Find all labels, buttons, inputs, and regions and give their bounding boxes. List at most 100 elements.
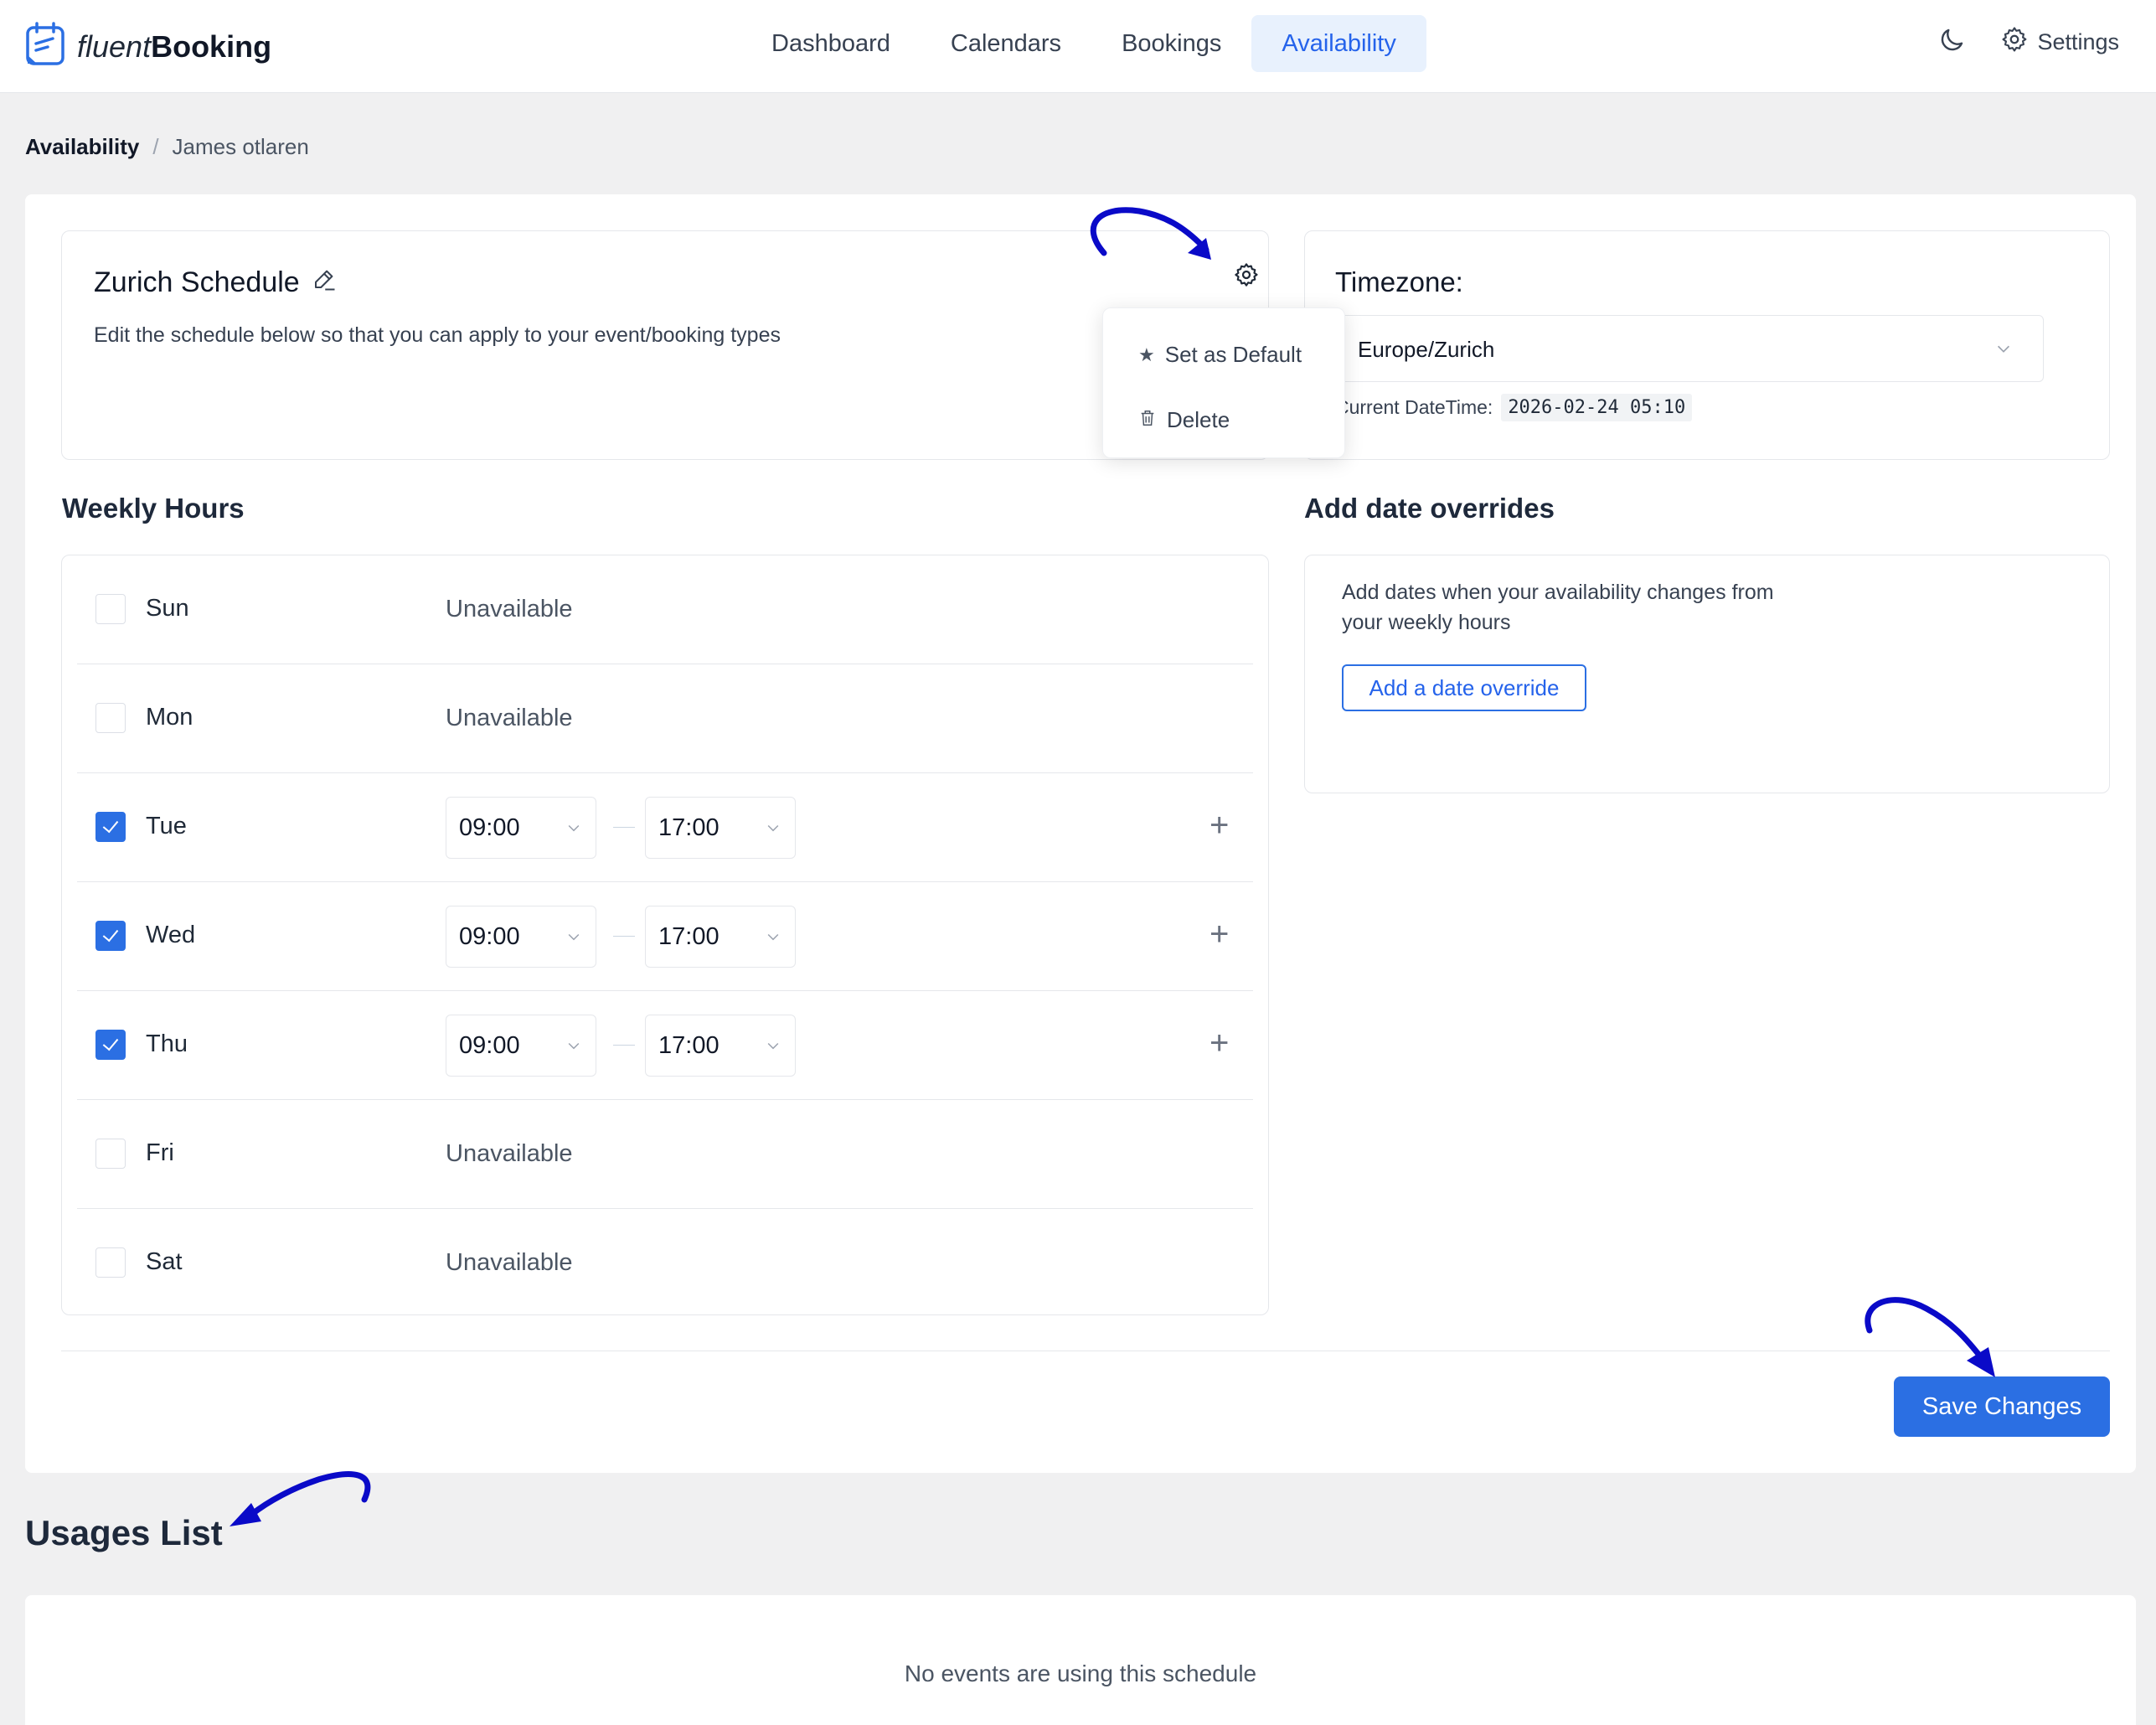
start-time-select-tue[interactable]: 09:00: [446, 797, 596, 859]
end-time-select-tue[interactable]: 17:00: [645, 797, 796, 859]
weekly-hours-box: Sun Unavailable Mon Unavailable Tue 09:0…: [61, 555, 1269, 1315]
end-time-select-thu[interactable]: 17:00: [645, 1015, 796, 1077]
chevron-down-icon: [765, 928, 781, 949]
breadcrumb-root[interactable]: Availability: [25, 134, 139, 160]
annotation-arrow-icon: [1865, 1297, 1995, 1377]
logo-light-text: fluent: [77, 28, 152, 64]
calendar-logo-icon: [25, 22, 67, 71]
day-status-sat: Unavailable: [446, 1249, 573, 1276]
day-status-mon: Unavailable: [446, 705, 573, 731]
day-status-fri: Unavailable: [446, 1140, 573, 1167]
nav-calendars[interactable]: Calendars: [921, 15, 1091, 72]
day-name-mon: Mon: [146, 704, 193, 731]
logo-wordmark: fluentBooking: [77, 29, 271, 65]
day-checkbox-sun[interactable]: [95, 594, 126, 624]
day-checkbox-wed[interactable]: [95, 921, 126, 951]
day-checkbox-sat[interactable]: [95, 1247, 126, 1278]
day-row-tue: Tue 09:00 17:00 +: [77, 773, 1253, 882]
chevron-down-icon: [765, 1037, 781, 1058]
schedule-description: Edit the schedule below so that you can …: [94, 323, 781, 347]
usages-list-card: No events are using this schedule: [25, 1595, 2136, 1725]
timezone-value: Europe/Zurich: [1358, 337, 1495, 362]
trash-icon: [1138, 408, 1157, 433]
add-slot-plus-icon[interactable]: +: [1210, 1025, 1229, 1062]
start-time-value: 09:00: [459, 923, 520, 950]
day-checkbox-fri[interactable]: [95, 1139, 126, 1169]
top-right-actions: Settings: [1937, 25, 2119, 59]
start-time-select-thu[interactable]: 09:00: [446, 1015, 596, 1077]
chevron-down-icon: [565, 1037, 582, 1058]
start-time-select-wed[interactable]: 09:00: [446, 906, 596, 968]
day-checkbox-thu[interactable]: [95, 1030, 126, 1060]
schedule-title: Zurich Schedule: [94, 266, 300, 298]
current-datetime-row: Current DateTime: 2026-02-24 05:10: [1335, 394, 1693, 421]
menu-item-delete-label: Delete: [1167, 407, 1230, 432]
day-row-sat: Sat Unavailable: [77, 1209, 1253, 1318]
top-bar: fluentBooking Dashboard Calendars Bookin…: [0, 0, 2156, 93]
current-datetime-value: 2026-02-24 05:10: [1501, 394, 1693, 421]
day-row-mon: Mon Unavailable: [77, 664, 1253, 773]
nav-bookings[interactable]: Bookings: [1091, 15, 1251, 72]
save-changes-button[interactable]: Save Changes: [1894, 1376, 2110, 1437]
settings-link[interactable]: Settings: [2000, 25, 2119, 59]
menu-item-set-default[interactable]: ★ Set as Default: [1138, 342, 1302, 368]
timezone-box: Timezone: Europe/Zurich Current DateTime…: [1304, 230, 2110, 460]
day-row-sun: Sun Unavailable: [77, 555, 1253, 664]
day-name-sat: Sat: [146, 1248, 183, 1275]
schedule-options-menu: ★ Set as Default Delete: [1102, 307, 1345, 458]
date-overrides-description: Add dates when your availability changes…: [1342, 581, 1774, 634]
time-range-dash: [613, 936, 635, 937]
add-slot-plus-icon[interactable]: +: [1210, 807, 1229, 844]
day-name-fri: Fri: [146, 1139, 174, 1166]
day-name-sun: Sun: [146, 595, 189, 622]
breadcrumb-separator: /: [152, 134, 159, 159]
star-icon: ★: [1138, 343, 1155, 365]
nav-dashboard[interactable]: Dashboard: [741, 15, 921, 72]
moon-icon[interactable]: [1937, 25, 1967, 59]
date-overrides-box: Add dates when your availability changes…: [1304, 555, 2110, 793]
chevron-down-icon: [1994, 339, 2013, 362]
gear-icon: [2000, 25, 2029, 59]
start-time-value: 09:00: [459, 814, 520, 841]
main-nav: Dashboard Calendars Bookings Availabilit…: [741, 15, 1426, 72]
end-time-value: 17:00: [658, 923, 720, 950]
day-row-thu: Thu 09:00 17:00 +: [77, 991, 1253, 1100]
chevron-down-icon: [565, 928, 582, 949]
annotation-arrow-icon: [1090, 207, 1211, 260]
menu-item-set-default-label: Set as Default: [1164, 342, 1302, 367]
day-name-thu: Thu: [146, 1030, 188, 1057]
end-time-select-wed[interactable]: 17:00: [645, 906, 796, 968]
breadcrumb: Availability / James otlaren: [25, 134, 309, 160]
day-name-tue: Tue: [146, 813, 187, 839]
nav-availability[interactable]: Availability: [1251, 15, 1426, 72]
day-checkbox-tue[interactable]: [95, 812, 126, 842]
day-status-sun: Unavailable: [446, 596, 573, 622]
day-row-fri: Fri Unavailable: [77, 1100, 1253, 1209]
breadcrumb-current: James otlaren: [172, 134, 309, 159]
chevron-down-icon: [765, 819, 781, 840]
day-checkbox-mon[interactable]: [95, 703, 126, 733]
start-time-value: 09:00: [459, 1032, 520, 1059]
pencil-icon[interactable]: [312, 266, 337, 299]
timezone-select[interactable]: Europe/Zurich: [1335, 315, 2044, 382]
usages-list-title: Usages List: [25, 1513, 223, 1552]
app-logo[interactable]: fluentBooking: [25, 22, 271, 71]
end-time-value: 17:00: [658, 814, 720, 841]
annotation-arrow-icon: [230, 1471, 371, 1526]
time-range-dash: [613, 1045, 635, 1046]
day-name-wed: Wed: [146, 922, 196, 948]
time-range-dash: [613, 827, 635, 828]
schedule-editor-card: Zurich Schedule Edit the schedule below …: [25, 194, 2136, 1473]
usages-empty-message: No events are using this schedule: [904, 1660, 1257, 1686]
current-datetime-label: Current DateTime:: [1335, 396, 1493, 418]
day-row-wed: Wed 09:00 17:00 +: [77, 882, 1253, 991]
weekly-hours-title: Weekly Hours: [62, 493, 245, 524]
end-time-value: 17:00: [658, 1032, 720, 1059]
add-slot-plus-icon[interactable]: +: [1210, 916, 1229, 953]
timezone-label: Timezone:: [1335, 266, 1463, 297]
menu-item-delete[interactable]: Delete: [1138, 407, 1230, 433]
add-date-override-button[interactable]: Add a date override: [1342, 664, 1586, 711]
chevron-down-icon: [565, 819, 582, 840]
date-overrides-title: Add date overrides: [1304, 493, 1555, 524]
settings-label: Settings: [2037, 29, 2119, 54]
